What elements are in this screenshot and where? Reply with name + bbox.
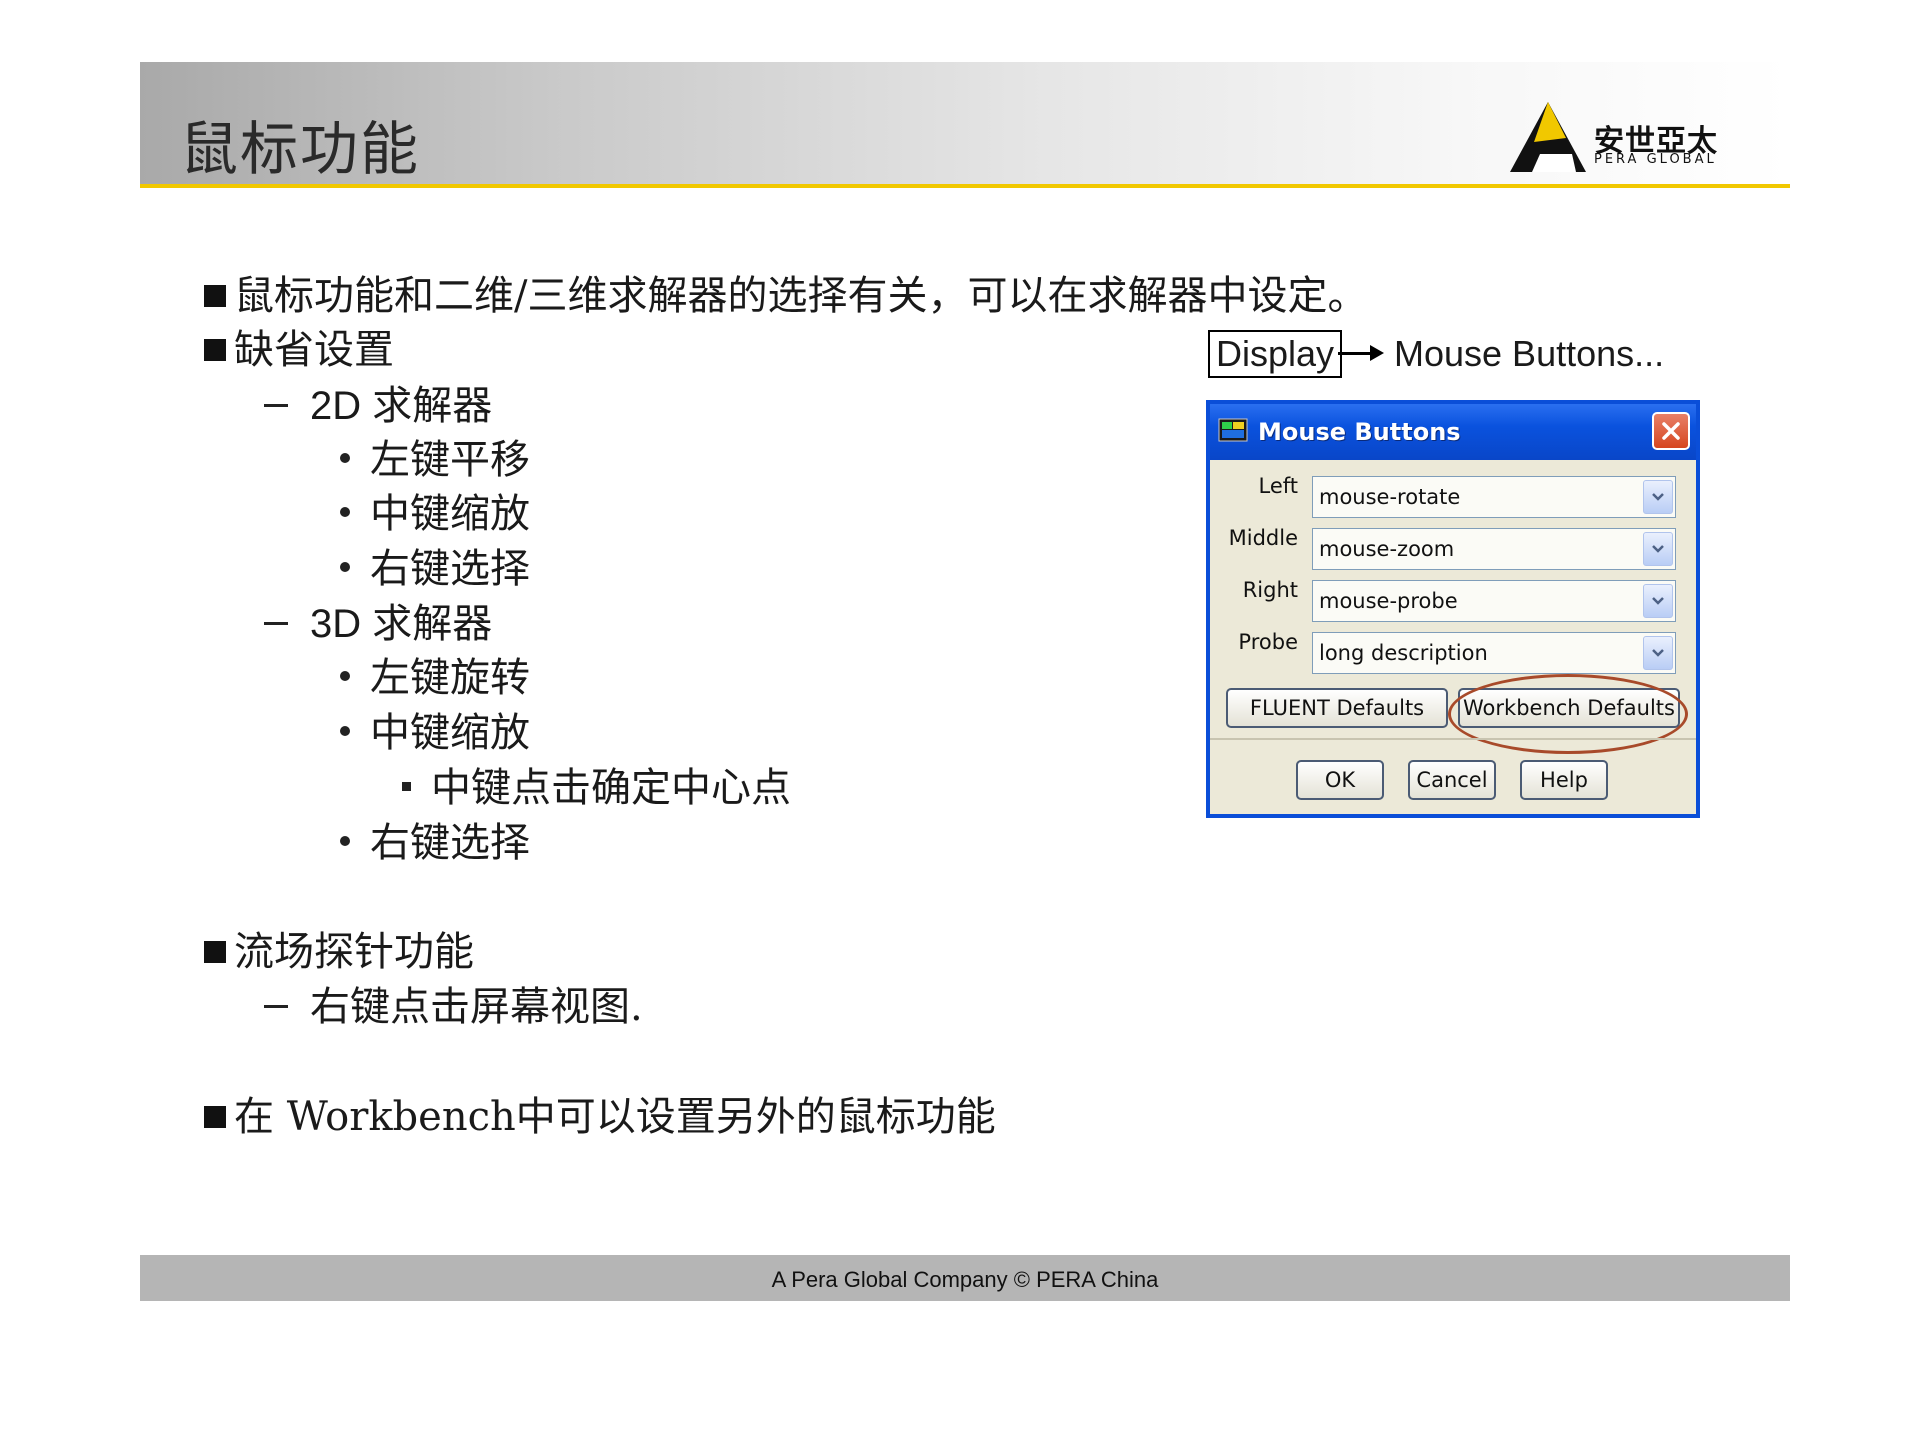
dropdown-button[interactable] [1643, 480, 1673, 514]
page-title: 鼠标功能 [180, 115, 421, 183]
list-item: 中键缩放 [340, 709, 530, 757]
mouse-buttons-dialog: Mouse Buttons Left mouse-rotate Middle m… [1206, 400, 1700, 818]
list-item: 中键点击确定中心点 [402, 764, 791, 812]
left-select-value: mouse-rotate [1319, 485, 1461, 509]
right-select-value: mouse-probe [1319, 589, 1458, 613]
bullet-workbench: 在 Workbench中可以设置另外的鼠标功能 [204, 1093, 996, 1141]
probe-select-value: long description [1319, 641, 1488, 665]
close-icon [1662, 422, 1680, 440]
mouse-buttons-menu-label: Mouse Buttons... [1394, 333, 1665, 374]
footer-text: A Pera Global Company © PERA China [771, 1267, 1159, 1292]
header-band: 鼠标功能 安世亞太 PERA GLOBAL [140, 62, 1790, 188]
square-bullet-icon [204, 1106, 226, 1128]
dash-bullet-icon [264, 404, 288, 407]
square-bullet-icon [204, 285, 226, 307]
list-item: 右键选择 [340, 819, 530, 867]
right-select[interactable]: mouse-probe [1312, 580, 1676, 622]
middle-select-value: mouse-zoom [1319, 537, 1455, 561]
footer-band: A Pera Global Company © PERA China [140, 1255, 1790, 1301]
app-icon [1218, 418, 1248, 442]
right-label: Right [1242, 578, 1298, 602]
dot-bullet-icon [340, 507, 350, 517]
dropdown-button[interactable] [1643, 584, 1673, 618]
arrow-right-icon [1338, 345, 1384, 361]
list-item: 左键平移 [340, 436, 530, 484]
dropdown-button[interactable] [1643, 532, 1673, 566]
bullet-solver-selection: 鼠标功能和二维/三维求解器的选择有关，可以在求解器中设定。 [204, 272, 1367, 320]
dot-bullet-icon [340, 453, 350, 463]
workbench-defaults-button[interactable]: Workbench Defaults [1458, 688, 1680, 728]
close-button[interactable] [1652, 412, 1690, 450]
dropdown-button[interactable] [1643, 636, 1673, 670]
dash-bullet-icon [264, 1005, 288, 1008]
chevron-down-icon [1652, 545, 1664, 553]
probe-select[interactable]: long description [1312, 632, 1676, 674]
left-select[interactable]: mouse-rotate [1312, 476, 1676, 518]
probe-sub-item: 右键点击屏幕视图. [264, 983, 643, 1031]
list-item: 中键缩放 [340, 490, 530, 538]
dot-bullet-icon [340, 671, 350, 681]
left-label: Left [1258, 474, 1298, 498]
display-menu-label: Display [1208, 330, 1343, 378]
list-item: 右键选择 [340, 545, 530, 593]
dot-bullet-icon [340, 562, 350, 572]
dialog-title: Mouse Buttons [1258, 418, 1461, 446]
list-item: 左键旋转 [340, 654, 530, 702]
middle-label: Middle [1228, 526, 1298, 550]
small-square-bullet-icon [402, 782, 411, 791]
probe-label: Probe [1238, 630, 1298, 654]
square-bullet-icon [204, 339, 226, 361]
triangle-logo-icon [1510, 102, 1586, 172]
cancel-button[interactable]: Cancel [1408, 760, 1496, 800]
chevron-down-icon [1652, 597, 1664, 605]
bullet-default-settings: 缺省设置 [204, 326, 394, 374]
help-button[interactable]: Help [1520, 760, 1608, 800]
dash-bullet-icon [264, 622, 288, 625]
square-bullet-icon [204, 941, 226, 963]
dot-bullet-icon [340, 726, 350, 736]
logo-en-text: PERA GLOBAL [1594, 152, 1717, 167]
middle-select[interactable]: mouse-zoom [1312, 528, 1676, 570]
dialog-divider [1210, 738, 1696, 740]
ok-button[interactable]: OK [1296, 760, 1384, 800]
solver-2d-heading: 2D 求解器 [264, 382, 492, 430]
company-logo: 安世亞太 PERA GLOBAL [1510, 98, 1740, 176]
fluent-defaults-button[interactable]: FLUENT Defaults [1226, 688, 1448, 728]
solver-3d-heading: 3D 求解器 [264, 600, 492, 648]
dot-bullet-icon [340, 836, 350, 846]
chevron-down-icon [1652, 493, 1664, 501]
dialog-titlebar[interactable]: Mouse Buttons [1210, 404, 1696, 460]
chevron-down-icon [1652, 649, 1664, 657]
bullet-probe: 流场探针功能 [204, 928, 474, 976]
